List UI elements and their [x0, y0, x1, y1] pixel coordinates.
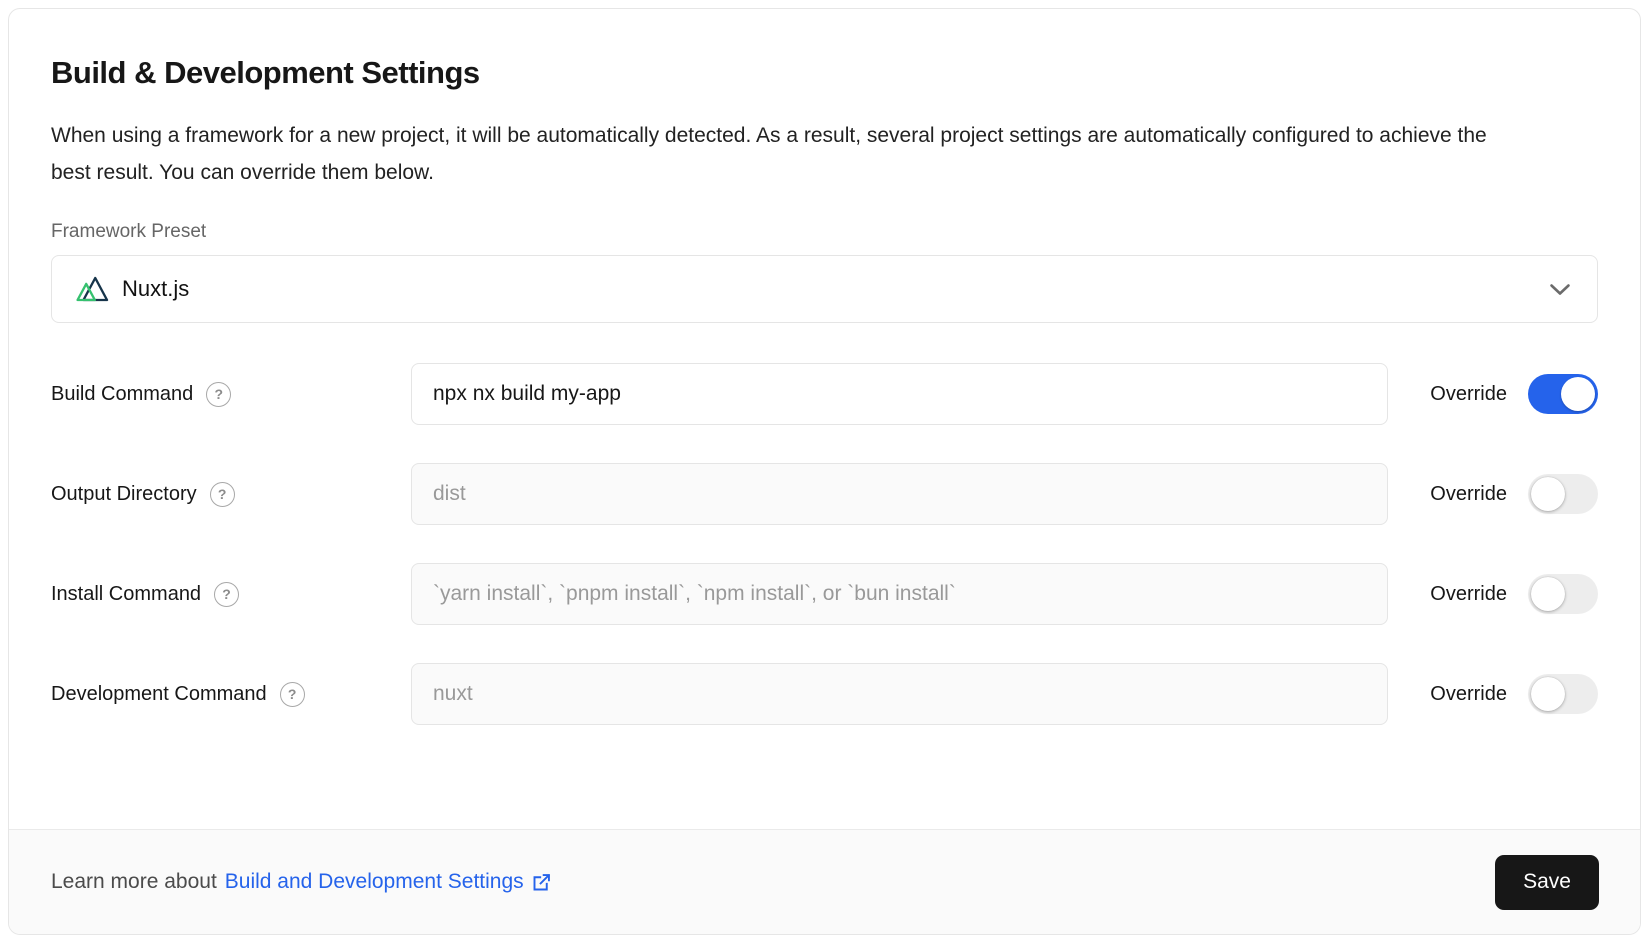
- learn-more-prefix: Learn more about: [51, 870, 217, 894]
- framework-preset-select[interactable]: Nuxt.js: [51, 255, 1598, 323]
- page-title: Build & Development Settings: [51, 55, 1598, 91]
- row-label-group: Build Command ?: [51, 382, 411, 407]
- learn-more-link-label: Build and Development Settings: [225, 870, 524, 894]
- help-circle-icon[interactable]: ?: [280, 682, 305, 707]
- override-label: Override: [1430, 583, 1507, 606]
- row-label-group: Output Directory ?: [51, 482, 411, 507]
- row-label: Install Command: [51, 583, 201, 606]
- toggle-knob: [1531, 477, 1565, 511]
- chevron-down-icon: [1549, 283, 1571, 296]
- learn-more-link[interactable]: Build and Development Settings: [225, 870, 552, 894]
- install-command-row: Install Command ? Override: [51, 563, 1598, 625]
- install-command-input[interactable]: [411, 563, 1388, 625]
- row-label: Development Command: [51, 683, 267, 706]
- override-label: Override: [1430, 383, 1507, 406]
- output-directory-input[interactable]: [411, 463, 1388, 525]
- row-label: Output Directory: [51, 483, 197, 506]
- build-command-override-toggle[interactable]: [1528, 374, 1598, 414]
- toggle-knob: [1561, 377, 1595, 411]
- build-command-row: Build Command ? Override: [51, 363, 1598, 425]
- development-command-override-toggle[interactable]: [1528, 674, 1598, 714]
- build-dev-settings-card: Build & Development Settings When using …: [8, 8, 1641, 935]
- learn-more-text: Learn more about Build and Development S…: [51, 870, 552, 894]
- external-link-icon: [531, 872, 552, 893]
- settings-rows: Build Command ? Override Output Director…: [51, 363, 1598, 725]
- output-directory-override-toggle[interactable]: [1528, 474, 1598, 514]
- description-text: When using a framework for a new project…: [51, 117, 1496, 191]
- override-group: Override: [1430, 474, 1598, 514]
- help-circle-icon[interactable]: ?: [206, 382, 231, 407]
- save-button[interactable]: Save: [1495, 855, 1599, 910]
- override-group: Override: [1430, 674, 1598, 714]
- row-label-group: Install Command ?: [51, 582, 411, 607]
- build-command-input[interactable]: [411, 363, 1388, 425]
- toggle-knob: [1531, 577, 1565, 611]
- override-group: Override: [1430, 574, 1598, 614]
- override-label: Override: [1430, 483, 1507, 506]
- framework-preset-label: Framework Preset: [51, 221, 1598, 243]
- output-directory-row: Output Directory ? Override: [51, 463, 1598, 525]
- development-command-input[interactable]: [411, 663, 1388, 725]
- card-main: Build & Development Settings When using …: [9, 9, 1640, 829]
- framework-preset-selected: Nuxt.js: [122, 276, 189, 302]
- framework-preset-value-group: Nuxt.js: [76, 274, 189, 304]
- install-command-override-toggle[interactable]: [1528, 574, 1598, 614]
- nuxt-logo-icon: [76, 274, 109, 304]
- help-circle-icon[interactable]: ?: [210, 482, 235, 507]
- row-label-group: Development Command ?: [51, 682, 411, 707]
- toggle-knob: [1531, 677, 1565, 711]
- development-command-row: Development Command ? Override: [51, 663, 1598, 725]
- override-label: Override: [1430, 683, 1507, 706]
- help-circle-icon[interactable]: ?: [214, 582, 239, 607]
- override-group: Override: [1430, 374, 1598, 414]
- row-label: Build Command: [51, 383, 193, 406]
- card-footer: Learn more about Build and Development S…: [9, 829, 1640, 934]
